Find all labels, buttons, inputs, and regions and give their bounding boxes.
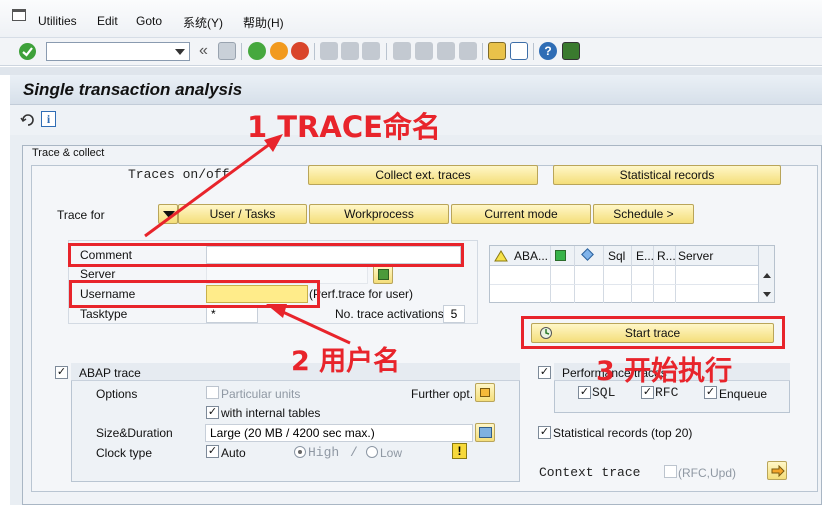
annotation-arrows xyxy=(144,134,351,345)
annotation-step-3: 3 开始执行 xyxy=(596,356,733,387)
annotation-step-1: 1 TRACE命名 xyxy=(247,110,441,144)
annotation-step-2: 2 用户名 xyxy=(291,346,401,377)
